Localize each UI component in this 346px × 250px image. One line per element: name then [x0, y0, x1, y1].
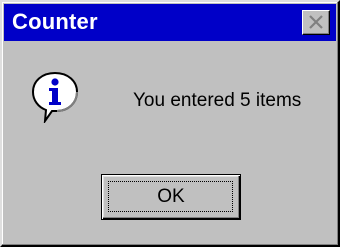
- title-bar[interactable]: Counter: [4, 4, 336, 41]
- message-dialog-window: Counter You entered 5 items OK: [0, 0, 340, 247]
- close-button[interactable]: [302, 10, 330, 35]
- ok-button-label: OK: [157, 186, 185, 207]
- dialog-message: You entered 5 items: [133, 90, 302, 111]
- ok-button[interactable]: OK: [101, 174, 241, 220]
- close-icon: [309, 15, 323, 29]
- information-icon: [31, 71, 79, 123]
- window-title: Counter: [12, 9, 98, 34]
